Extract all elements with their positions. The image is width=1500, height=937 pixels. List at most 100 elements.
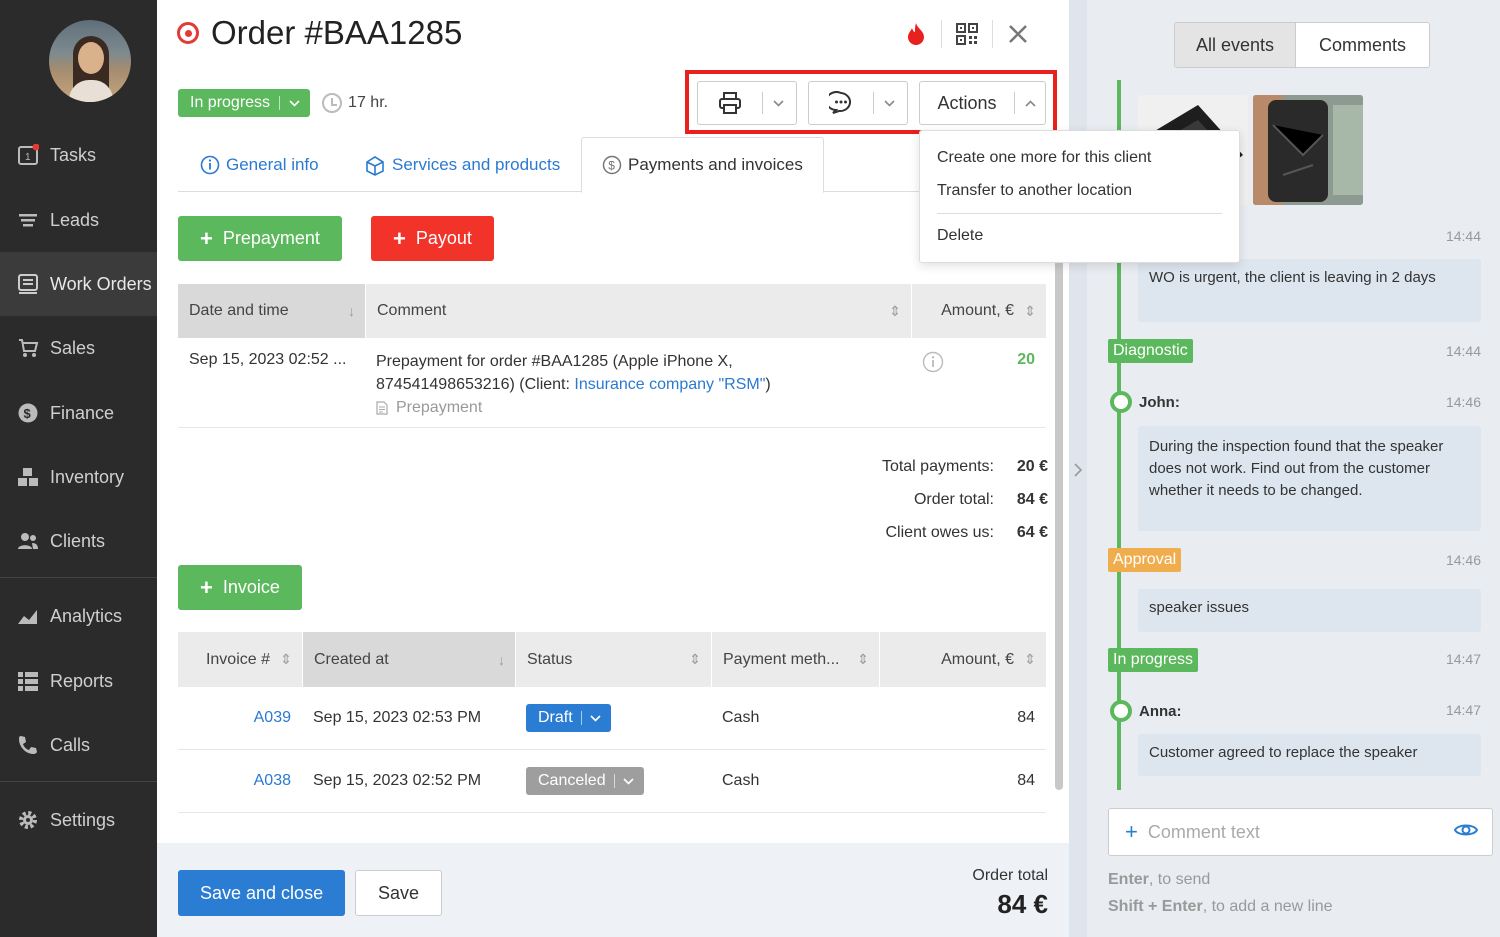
- payout-button[interactable]: + Payout: [371, 216, 494, 261]
- column-amount[interactable]: Amount, € ⇕: [879, 632, 1046, 687]
- eye-icon[interactable]: [1453, 822, 1479, 843]
- sidebar-item-clients[interactable]: Clients: [0, 509, 157, 573]
- print-button[interactable]: [697, 81, 797, 125]
- button-label: Prepayment: [222, 228, 320, 248]
- chart-icon: [16, 604, 40, 628]
- tab-all-events[interactable]: All events: [1175, 23, 1296, 67]
- table-header: Invoice # ⇕ Created at ↓ Status ⇕ Paymen…: [178, 632, 1046, 687]
- status-tag: Approval: [1108, 548, 1182, 572]
- sidebar-item-reports[interactable]: Reports: [0, 649, 157, 713]
- client-owes-label: Client owes us:: [885, 523, 995, 541]
- sidebar-item-inventory[interactable]: Inventory: [0, 445, 157, 509]
- svg-text:$: $: [608, 159, 615, 173]
- invoices-table: Invoice # ⇕ Created at ↓ Status ⇕ Paymen…: [178, 632, 1046, 813]
- fire-icon[interactable]: [895, 16, 937, 52]
- qr-code-icon[interactable]: [946, 16, 988, 52]
- message-icon[interactable]: [809, 82, 873, 124]
- tab-general-info[interactable]: General info: [200, 137, 319, 192]
- invoice-link[interactable]: A038: [254, 772, 291, 789]
- divider: [992, 20, 993, 48]
- boxes-icon: [16, 465, 40, 489]
- divider: [279, 96, 281, 110]
- sidebar-item-tasks[interactable]: 1 Tasks: [0, 123, 157, 187]
- prepayment-button[interactable]: + Prepayment: [178, 216, 342, 261]
- column-label: Amount, €: [941, 302, 1014, 319]
- status-dropdown[interactable]: Draft: [526, 704, 611, 732]
- sidebar-item-analytics[interactable]: Analytics: [0, 584, 157, 648]
- save-button[interactable]: Save: [355, 870, 443, 916]
- tab-label: Services and products: [392, 154, 561, 174]
- chevron-down-icon[interactable]: [763, 99, 793, 107]
- invoice-amount: 84: [1017, 772, 1035, 789]
- client-link[interactable]: Insurance company "RSM": [574, 376, 765, 393]
- comment-bubble: WO is urgent, the client is leaving in 2…: [1138, 259, 1481, 322]
- comment-author: John:: [1110, 391, 1180, 413]
- add-invoice-button[interactable]: + Invoice: [178, 565, 302, 610]
- client-owes-row: Client owes us: 64 €: [748, 516, 1049, 549]
- save-and-close-button[interactable]: Save and close: [178, 870, 346, 916]
- status-row: In progress 17 hr.: [178, 89, 388, 117]
- sidebar-item-finance[interactable]: $ Finance: [0, 381, 157, 445]
- status-label: Draft: [538, 709, 573, 726]
- sort-icon: ⇕: [889, 302, 901, 319]
- list-icon: [16, 669, 40, 693]
- attachment-thumbnail[interactable]: [1253, 95, 1363, 205]
- sidebar-item-work-orders[interactable]: Work Orders: [0, 252, 157, 316]
- menu-item-create-for-client[interactable]: Create one more for this client: [937, 149, 1151, 167]
- tab-label: General info: [226, 154, 319, 174]
- tab-services-products[interactable]: Services and products: [364, 137, 560, 192]
- sidebar-item-label: Clients: [50, 530, 106, 551]
- payment-date: Sep 15, 2023 02:52 ...: [189, 351, 347, 368]
- status-label: Canceled: [538, 772, 606, 789]
- info-icon[interactable]: [922, 351, 944, 414]
- sidebar-divider: [0, 781, 157, 782]
- message-button[interactable]: [808, 81, 908, 125]
- status-dropdown[interactable]: In progress: [178, 89, 311, 117]
- scrollbar[interactable]: [1055, 200, 1063, 790]
- actions-button[interactable]: Actions: [919, 81, 1046, 125]
- status-dropdown[interactable]: Canceled: [526, 767, 644, 795]
- chevron-down-icon[interactable]: [874, 99, 904, 107]
- tab-comments[interactable]: Comments: [1296, 23, 1429, 67]
- comment-input-box: +: [1108, 808, 1493, 856]
- sidebar-item-label: Leads: [50, 209, 100, 230]
- sidebar-item-calls[interactable]: Calls: [0, 713, 157, 777]
- comment-input[interactable]: [1147, 821, 1454, 843]
- tasks-icon: 1: [16, 143, 40, 167]
- invoice-link[interactable]: A039: [254, 709, 291, 726]
- payment-totals: Total payments: 20 € Order total: 84 € C…: [748, 450, 1048, 549]
- sidebar-item-settings[interactable]: Settings: [0, 788, 157, 852]
- box-icon: [364, 154, 386, 176]
- avatar[interactable]: [49, 20, 131, 102]
- column-status[interactable]: Status ⇕: [515, 632, 711, 687]
- menu-item-transfer-location[interactable]: Transfer to another location: [937, 182, 1132, 200]
- status-tag: Diagnostic: [1108, 339, 1193, 363]
- column-payment-method[interactable]: Payment meth... ⇕: [711, 632, 879, 687]
- chevron-down-icon: [289, 94, 300, 112]
- order-header: Order #BAA1285: [177, 14, 462, 52]
- column-invoice-number[interactable]: Invoice # ⇕: [178, 632, 302, 687]
- events-filter: All events Comments: [1174, 22, 1430, 68]
- print-icon[interactable]: [698, 82, 762, 124]
- chevron-right-icon[interactable]: [1073, 462, 1083, 481]
- sidebar-item-sales[interactable]: Sales: [0, 316, 157, 380]
- invoice-number-cell: A039: [178, 709, 302, 727]
- comment-line: Prepayment for order #BAA1285 (Apple iPh…: [376, 353, 733, 370]
- sidebar-item-label: Reports: [50, 670, 114, 691]
- tab-payments-invoices[interactable]: $ Payments and invoices: [581, 137, 824, 193]
- tab-label: Payments and invoices: [628, 155, 803, 174]
- divider: [941, 20, 942, 48]
- column-created-at[interactable]: Created at ↓: [302, 632, 515, 687]
- plus-icon[interactable]: +: [1125, 819, 1138, 845]
- column-date[interactable]: Date and time ↓: [178, 284, 365, 338]
- close-icon[interactable]: [997, 16, 1039, 52]
- total-payments-row: Total payments: 20 €: [748, 450, 1048, 483]
- status-tag: In progress: [1108, 648, 1199, 672]
- sidebar-item-leads[interactable]: Leads: [0, 188, 157, 252]
- invoice-number-cell: A038: [178, 772, 302, 790]
- chevron-up-icon[interactable]: [1015, 99, 1045, 107]
- sidebar-item-label: Tasks: [50, 144, 97, 165]
- column-amount[interactable]: Amount, € ⇕: [911, 284, 1046, 338]
- column-comment[interactable]: Comment ⇕: [365, 284, 911, 338]
- menu-item-delete[interactable]: Delete: [937, 227, 983, 245]
